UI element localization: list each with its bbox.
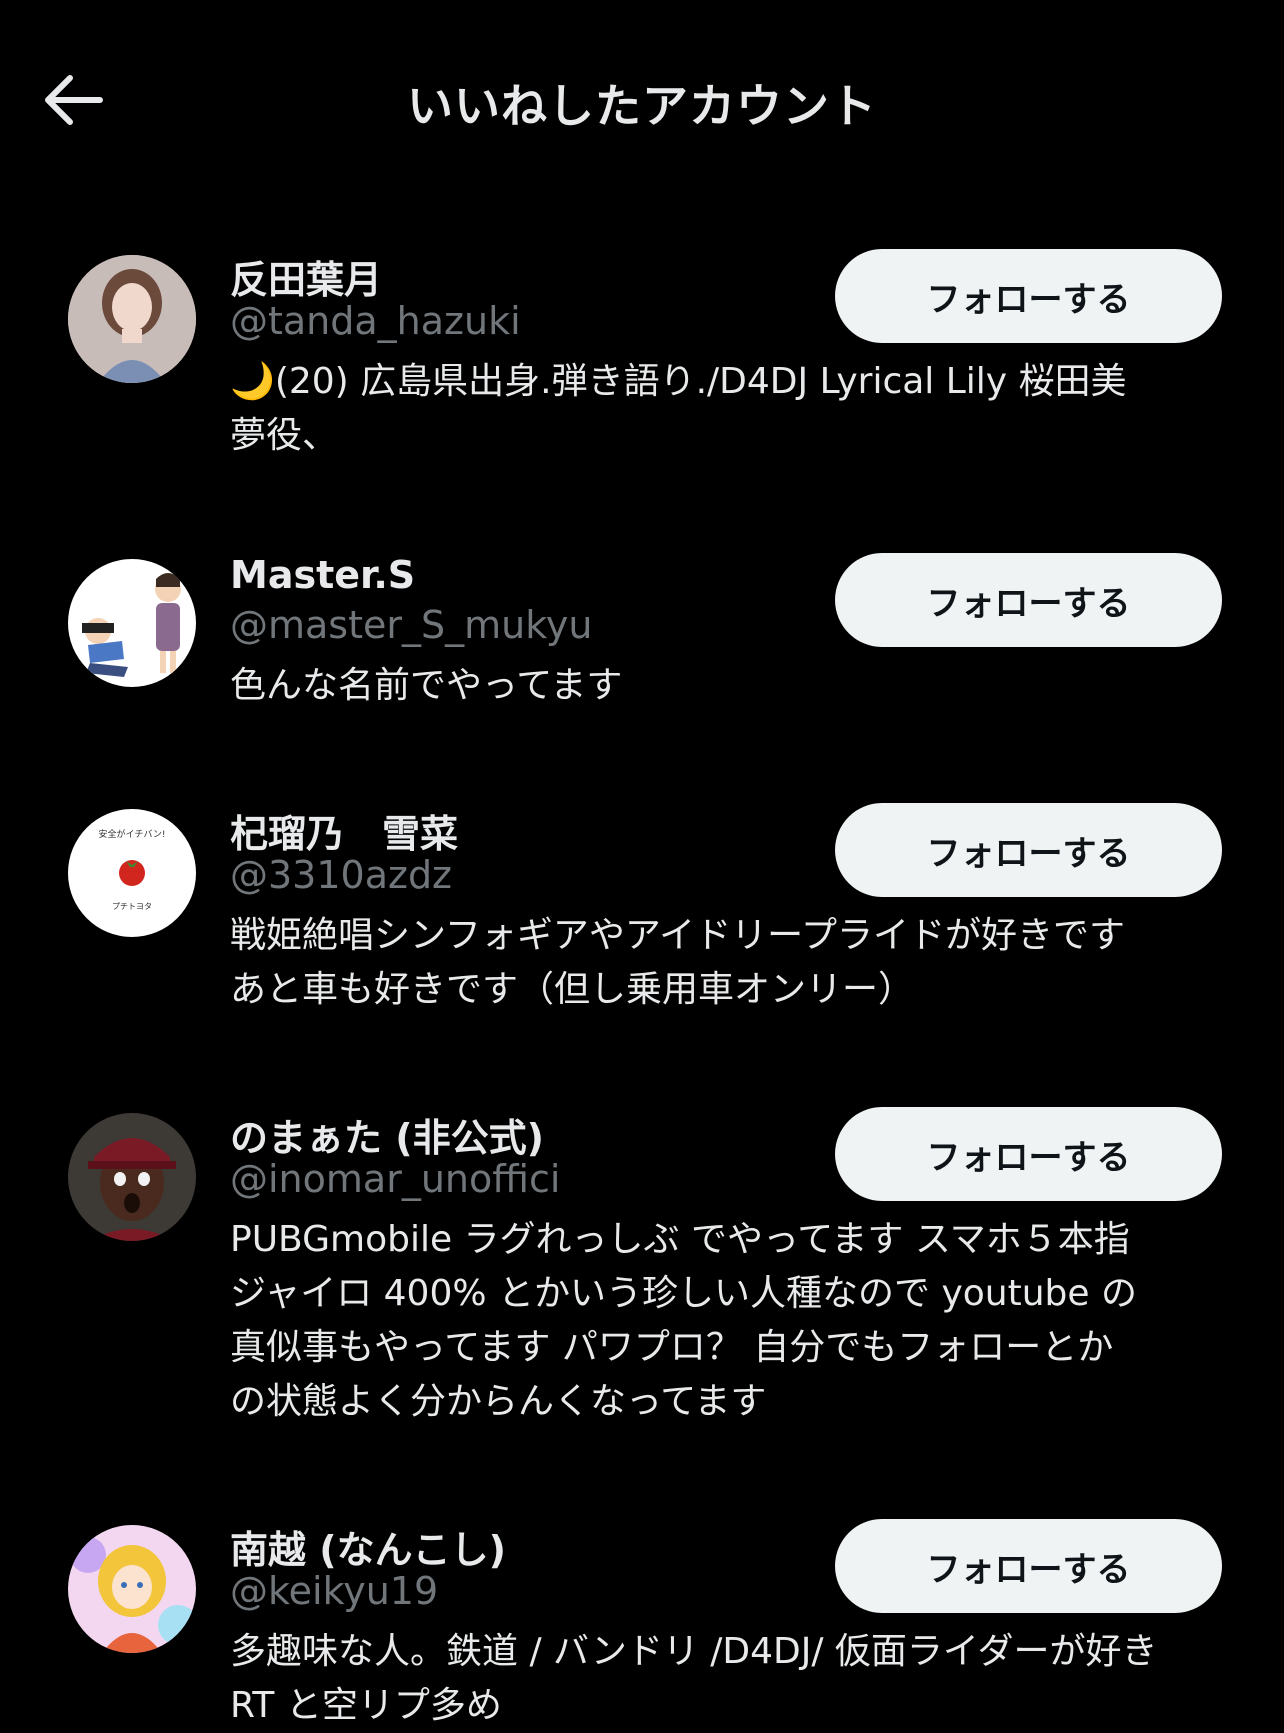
user-bio: 🌙(20) 広島県出身.弾き語り./D4DJ Lyrical Lily 桜田美 … bbox=[230, 355, 1220, 463]
avatar[interactable] bbox=[68, 1525, 196, 1653]
bio-line: あと車も好きです（但し乗用車オンリー） bbox=[230, 969, 915, 1010]
avatar-anime-character bbox=[68, 1525, 196, 1653]
follow-button[interactable]: フォローする bbox=[835, 1107, 1222, 1201]
bio-line: 真似事もやってます パワプロ？ 自分でもフォローとか bbox=[230, 1327, 1114, 1368]
follow-button[interactable]: フォローする bbox=[835, 553, 1222, 647]
follow-button[interactable]: フォローする bbox=[835, 249, 1222, 343]
user-bio: 色んな名前でやってます bbox=[230, 659, 1220, 713]
bio-line: 戦姫絶唱シンフォギアやアイドリープライドが好きです bbox=[230, 915, 1125, 956]
avatar-photo-baseball-player bbox=[68, 1113, 196, 1241]
follow-button[interactable]: フォローする bbox=[835, 1519, 1222, 1613]
bio-line: 多趣味な人。鉄道 / バンドリ /D4DJ/ 仮面ライダーが好き bbox=[230, 1631, 1158, 1672]
svg-text:プチトヨタ: プチトヨタ bbox=[112, 902, 152, 911]
user-handle: @master_S_mukyu bbox=[230, 603, 593, 647]
bio-line: 🌙(20) 広島県出身.弾き語り./D4DJ Lyrical Lily 桜田美 bbox=[230, 361, 1127, 402]
user-handle: @inomar_unoffici bbox=[230, 1157, 561, 1201]
user-bio: PUBGmobile ラグれっしぶ でやってます スマホ５本指 ジャイロ 400… bbox=[230, 1213, 1220, 1429]
avatar-photo-woman bbox=[68, 255, 196, 383]
avatar[interactable]: 安全がイチバン! プチトヨタ bbox=[68, 809, 196, 937]
bio-line: ジャイロ 400% とかいう珍しい人種なので youtube の bbox=[230, 1273, 1137, 1314]
avatar-tomato-logo: 安全がイチバン! プチトヨタ bbox=[68, 809, 196, 937]
user-handle: @tanda_hazuki bbox=[230, 299, 521, 343]
avatar-illustration-people bbox=[68, 559, 196, 687]
display-name[interactable]: 杞瑠乃 雪菜 bbox=[230, 803, 458, 858]
bio-line: 夢役、 bbox=[230, 415, 339, 456]
bio-line: PUBGmobile ラグれっしぶ でやってます スマホ５本指 bbox=[230, 1219, 1130, 1260]
svg-text:安全がイチバン!: 安全がイチバン! bbox=[98, 828, 165, 840]
bio-line: 色んな名前でやってます bbox=[230, 665, 623, 706]
display-name[interactable]: のまぁた (非公式) bbox=[230, 1107, 544, 1162]
avatar[interactable] bbox=[68, 255, 196, 383]
display-name[interactable]: 反田葉月 bbox=[230, 249, 382, 304]
app-header: いいねしたアカウント bbox=[0, 0, 1284, 200]
bio-line: RT と空リプ多め bbox=[230, 1685, 502, 1726]
avatar[interactable] bbox=[68, 559, 196, 687]
user-bio: 戦姫絶唱シンフォギアやアイドリープライドが好きです あと車も好きです（但し乗用車… bbox=[230, 909, 1220, 1017]
user-handle: @3310azdz bbox=[230, 853, 453, 897]
display-name[interactable]: Master.S bbox=[230, 553, 415, 597]
page-title: いいねしたアカウント bbox=[407, 79, 877, 133]
user-bio: 多趣味な人。鉄道 / バンドリ /D4DJ/ 仮面ライダーが好き RT と空リプ… bbox=[230, 1625, 1220, 1733]
display-name[interactable]: 南越 (なんこし) bbox=[230, 1519, 506, 1574]
bio-line: の状態よく分からんくなってます bbox=[230, 1381, 767, 1422]
user-handle: @keikyu19 bbox=[230, 1569, 439, 1613]
avatar[interactable] bbox=[68, 1113, 196, 1241]
follow-button[interactable]: フォローする bbox=[835, 803, 1222, 897]
